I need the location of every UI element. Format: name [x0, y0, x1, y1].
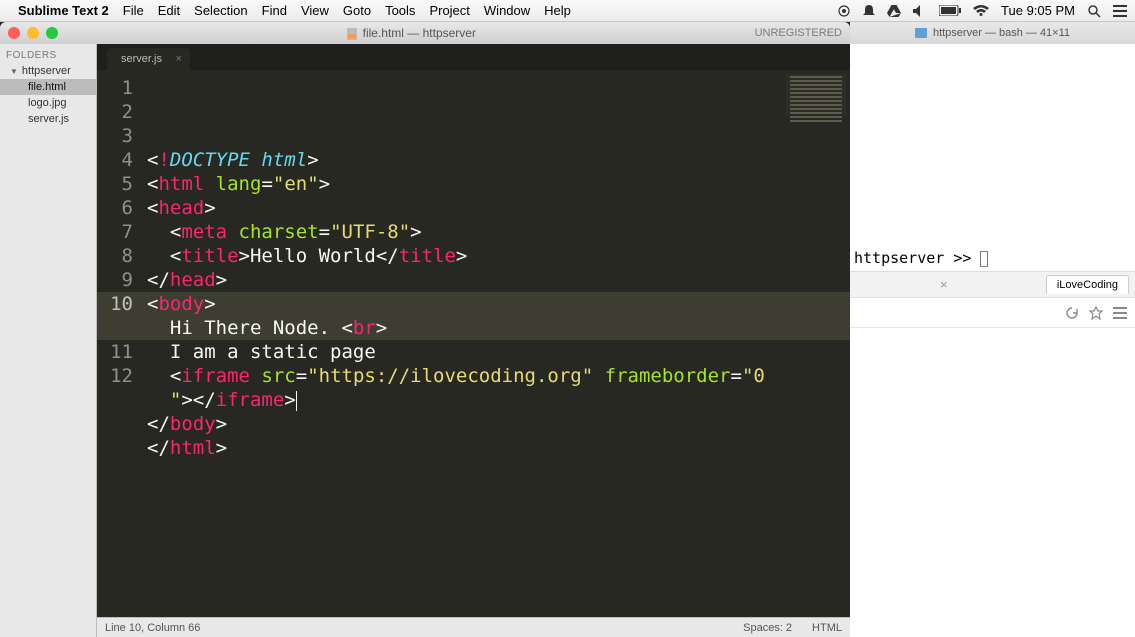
clock[interactable]: Tue 9:05 PM	[1001, 3, 1075, 18]
menu-tools[interactable]: Tools	[385, 3, 415, 18]
browser-toolbar	[850, 298, 1135, 328]
code-line: </body>	[147, 412, 850, 436]
menu-goto[interactable]: Goto	[343, 3, 371, 18]
menu-view[interactable]: View	[301, 3, 329, 18]
terminal-titlebar[interactable]: httpserver — bash — 41×11	[850, 22, 1135, 44]
line-number: 12	[97, 364, 133, 388]
window-controls	[8, 27, 58, 39]
screencast-icon[interactable]	[837, 4, 851, 18]
notification-icon[interactable]	[863, 4, 875, 18]
sidebar-file[interactable]: server.js	[0, 111, 96, 127]
sidebar-file[interactable]: logo.jpg	[0, 95, 96, 111]
browser-viewport[interactable]	[850, 328, 1135, 637]
wifi-icon[interactable]	[973, 5, 989, 17]
browser-tabstrip: × iLoveCoding	[850, 272, 1135, 298]
status-position[interactable]: Line 10, Column 66	[105, 622, 200, 634]
tab-label: server.js	[121, 53, 162, 65]
line-number: 8	[97, 244, 133, 268]
sublime-window: file.html — httpserver UNREGISTERED FOLD…	[0, 22, 850, 637]
line-number: 5	[97, 172, 133, 196]
spotlight-icon[interactable]	[1087, 4, 1101, 18]
terminal-prompt: httpserver >>	[854, 249, 980, 267]
sublime-titlebar[interactable]: file.html — httpserver UNREGISTERED	[0, 22, 850, 44]
text-cursor	[296, 391, 297, 411]
volume-icon[interactable]	[913, 5, 927, 17]
terminal-cursor	[980, 251, 988, 267]
browser-window: × iLoveCoding	[850, 271, 1135, 637]
editor-area[interactable]: 123456789101112 <!DOCTYPE html><html lan…	[97, 70, 850, 617]
code-line: <meta charset="UTF-8">	[147, 220, 850, 244]
line-number	[97, 316, 133, 340]
line-number: 1	[97, 76, 133, 100]
code-line: </html>	[147, 436, 850, 460]
sidebar: FOLDERS httpserver file.html logo.jpg se…	[0, 44, 97, 637]
window-title: file.html — httpserver	[68, 26, 755, 40]
line-number: 10	[97, 292, 133, 316]
file-icon	[347, 28, 357, 38]
code-line: <html lang="en">	[147, 172, 850, 196]
sidebar-file[interactable]: file.html	[0, 79, 96, 95]
line-number: 9	[97, 268, 133, 292]
gutter: 123456789101112	[97, 70, 143, 617]
browser-tab-close-icon[interactable]: ×	[940, 277, 948, 292]
app-name[interactable]: Sublime Text 2	[18, 3, 109, 18]
sidebar-heading: FOLDERS	[0, 48, 96, 63]
menu-icon[interactable]	[1113, 5, 1127, 17]
line-number: 6	[97, 196, 133, 220]
code-line: Hi There Node. <br>	[147, 316, 850, 340]
minimize-icon[interactable]	[27, 27, 39, 39]
right-column: httpserver — bash — 41×11 httpserver >> …	[850, 22, 1135, 637]
code-line: I am a static page	[147, 340, 850, 364]
terminal-body[interactable]: httpserver >>	[850, 44, 1135, 271]
unregistered-label: UNREGISTERED	[755, 27, 842, 39]
editor-tab[interactable]: server.js ×	[107, 48, 190, 70]
menu-selection[interactable]: Selection	[194, 3, 247, 18]
bookmark-icon[interactable]	[1089, 306, 1103, 320]
line-number: 3	[97, 124, 133, 148]
line-number: 7	[97, 220, 133, 244]
status-spaces[interactable]: Spaces: 2	[743, 622, 792, 634]
battery-icon[interactable]	[939, 5, 961, 16]
menu-project[interactable]: Project	[429, 3, 469, 18]
code-view[interactable]: <!DOCTYPE html><html lang="en"><head> <m…	[143, 70, 850, 617]
gdrive-icon[interactable]	[887, 5, 901, 17]
maximize-icon[interactable]	[46, 27, 58, 39]
minimap[interactable]	[786, 74, 846, 114]
window-title-text: file.html — httpserver	[363, 26, 476, 40]
tab-close-icon[interactable]: ×	[176, 53, 182, 65]
browser-menu-icon[interactable]	[1113, 307, 1127, 319]
status-bar: Line 10, Column 66 Spaces: 2 HTML	[97, 617, 850, 637]
tab-bar: server.js ×	[97, 44, 850, 70]
macos-menubar: Sublime Text 2 File Edit Selection Find …	[0, 0, 1135, 22]
code-line: "></iframe>	[147, 388, 850, 412]
code-line: <title>Hello World</title>	[147, 244, 850, 268]
close-icon[interactable]	[8, 27, 20, 39]
line-number: 2	[97, 100, 133, 124]
line-number: 11	[97, 340, 133, 364]
code-line: <body>	[147, 292, 850, 316]
browser-tab[interactable]: iLoveCoding	[1046, 275, 1129, 294]
menu-help[interactable]: Help	[544, 3, 571, 18]
menu-edit[interactable]: Edit	[158, 3, 180, 18]
refresh-icon[interactable]	[1065, 306, 1079, 320]
folder-icon	[915, 28, 927, 38]
code-line: </head>	[147, 268, 850, 292]
menu-window[interactable]: Window	[484, 3, 530, 18]
line-number: 4	[97, 148, 133, 172]
code-line: <iframe src="https://ilovecoding.org" fr…	[147, 364, 850, 388]
menu-file[interactable]: File	[123, 3, 144, 18]
code-line: <!DOCTYPE html>	[147, 148, 850, 172]
status-syntax[interactable]: HTML	[812, 622, 842, 634]
code-line: <head>	[147, 196, 850, 220]
terminal-title-text: httpserver — bash — 41×11	[933, 27, 1070, 39]
sidebar-folder[interactable]: httpserver	[0, 63, 96, 79]
menu-find[interactable]: Find	[262, 3, 287, 18]
